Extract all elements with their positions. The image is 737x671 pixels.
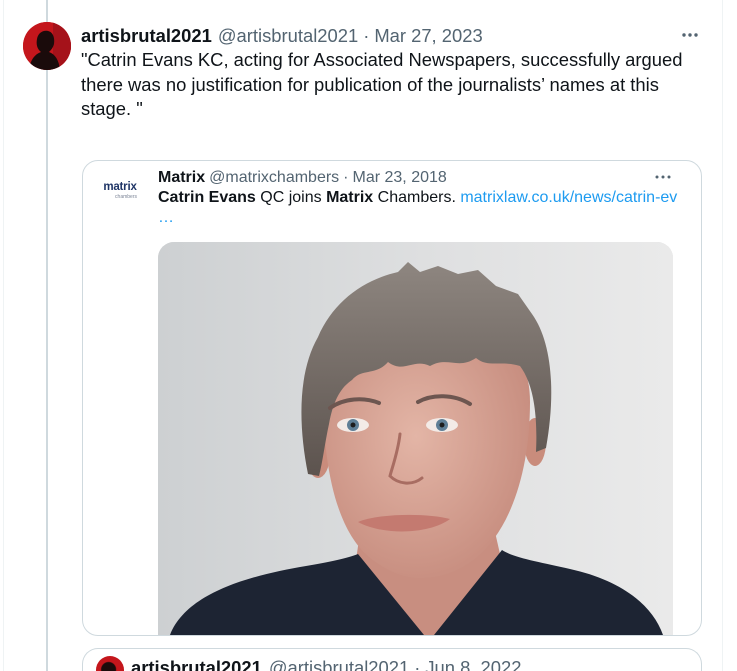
quoted-text-middle: QC joins (255, 189, 327, 206)
display-name[interactable]: artisbrutal2021 (81, 24, 212, 48)
quoted-user-handle[interactable]: @matrixchambers (209, 168, 339, 188)
column-left-border (3, 0, 4, 671)
avatar-image (23, 22, 71, 70)
logo-subtitle: chambers (115, 194, 137, 200)
portrait-photo (158, 242, 673, 635)
meta-separator: · (363, 25, 370, 46)
quoted-display-name[interactable]: Matrix (158, 168, 205, 188)
article-link-ellipsis[interactable]: … (158, 209, 174, 226)
right-eye (426, 418, 458, 432)
quoted-text-line: … (158, 208, 698, 228)
quoted-text-bold-name: Catrin Evans (158, 189, 256, 206)
avatar[interactable] (96, 656, 124, 671)
user-handle[interactable]: @artisbrutal2021 (218, 24, 358, 48)
column-right-border (722, 0, 723, 671)
next-tweet-date[interactable]: Jun 8, 2022 (425, 656, 521, 671)
matrix-logo[interactable]: matrix chambers (100, 181, 140, 201)
next-quoted-tweet-header: artisbrutal2021 @artisbrutal2021 · Jun 8… (131, 656, 521, 671)
next-user-handle[interactable]: @artisbrutal2021 (269, 656, 409, 671)
quoted-meta-separator: · (343, 169, 349, 186)
thread-connector-line (46, 0, 48, 671)
tweet-date[interactable]: Mar 27, 2023 (374, 24, 482, 48)
next-quoted-tweet-card[interactable]: artisbrutal2021 @artisbrutal2021 · Jun 8… (82, 648, 702, 671)
quoted-tweet-text: Catrin Evans QC joins Matrix Chambers. m… (158, 188, 698, 228)
quoted-media-photo[interactable] (158, 242, 673, 635)
left-eye (337, 418, 369, 432)
next-meta-separator: · (414, 657, 421, 671)
next-display-name[interactable]: artisbrutal2021 (131, 656, 262, 671)
quoted-text-line: Catrin Evans QC joins Matrix Chambers. m… (158, 188, 698, 208)
quoted-text-bold-org: Matrix (326, 189, 374, 206)
avatar[interactable] (23, 22, 71, 70)
tweet-header: artisbrutal2021 @artisbrutal2021 · Mar 2… (81, 24, 483, 48)
more-icon[interactable] (654, 171, 672, 183)
quoted-text-end: Chambers. (373, 189, 461, 206)
article-link[interactable]: matrixlaw.co.uk/news/catrin-ev (460, 189, 677, 206)
tweet-thread-view: artisbrutal2021 @artisbrutal2021 · Mar 2… (0, 0, 737, 671)
more-icon[interactable] (681, 28, 699, 42)
quoted-tweet-card[interactable]: matrix chambers Matrix @matrixchambers ·… (82, 160, 702, 636)
quoted-tweet-header: Matrix @matrixchambers · Mar 23, 2018 (158, 168, 447, 188)
tweet-text: "Catrin Evans KC, acting for Associated … (81, 49, 683, 119)
quoted-tweet-date[interactable]: Mar 23, 2018 (353, 168, 447, 188)
logo-wordmark: matrix (103, 181, 137, 193)
